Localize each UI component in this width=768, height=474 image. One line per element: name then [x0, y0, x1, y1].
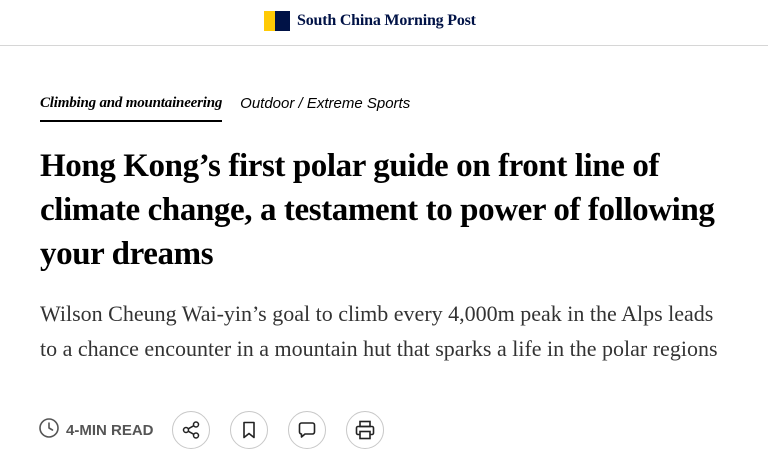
read-time-label: 4-MIN READ — [66, 421, 154, 439]
brand-logo-link[interactable]: South China Morning Post — [264, 11, 476, 31]
comment-button[interactable] — [287, 411, 326, 449]
site-header: South China Morning Post — [0, 0, 768, 46]
clock-icon — [38, 417, 60, 444]
read-time: 4-MIN READ — [38, 417, 154, 444]
section-tags: Climbing and mountaineering Outdoor / Ex… — [40, 92, 730, 122]
scmp-logo-icon — [264, 11, 290, 31]
share-button[interactable] — [171, 411, 210, 449]
article-toolbar: 4-MIN READ — [38, 411, 404, 449]
share-icon — [181, 420, 201, 440]
section-link-primary[interactable]: Climbing and mountaineering — [40, 95, 222, 122]
article-headline: Hong Kong’s first polar guide on front l… — [40, 148, 715, 272]
comment-icon — [297, 420, 317, 440]
print-icon — [354, 419, 376, 441]
article-header: Climbing and mountaineering Outdoor / Ex… — [40, 92, 730, 366]
bookmark-icon — [240, 420, 258, 440]
brand-name: South China Morning Post — [297, 12, 476, 29]
print-button[interactable] — [345, 411, 384, 449]
article-summary: Wilson Cheung Wai-yin’s goal to climb ev… — [40, 301, 718, 361]
bookmark-button[interactable] — [229, 411, 268, 449]
section-link-secondary[interactable]: Outdoor / Extreme Sports — [240, 95, 410, 122]
